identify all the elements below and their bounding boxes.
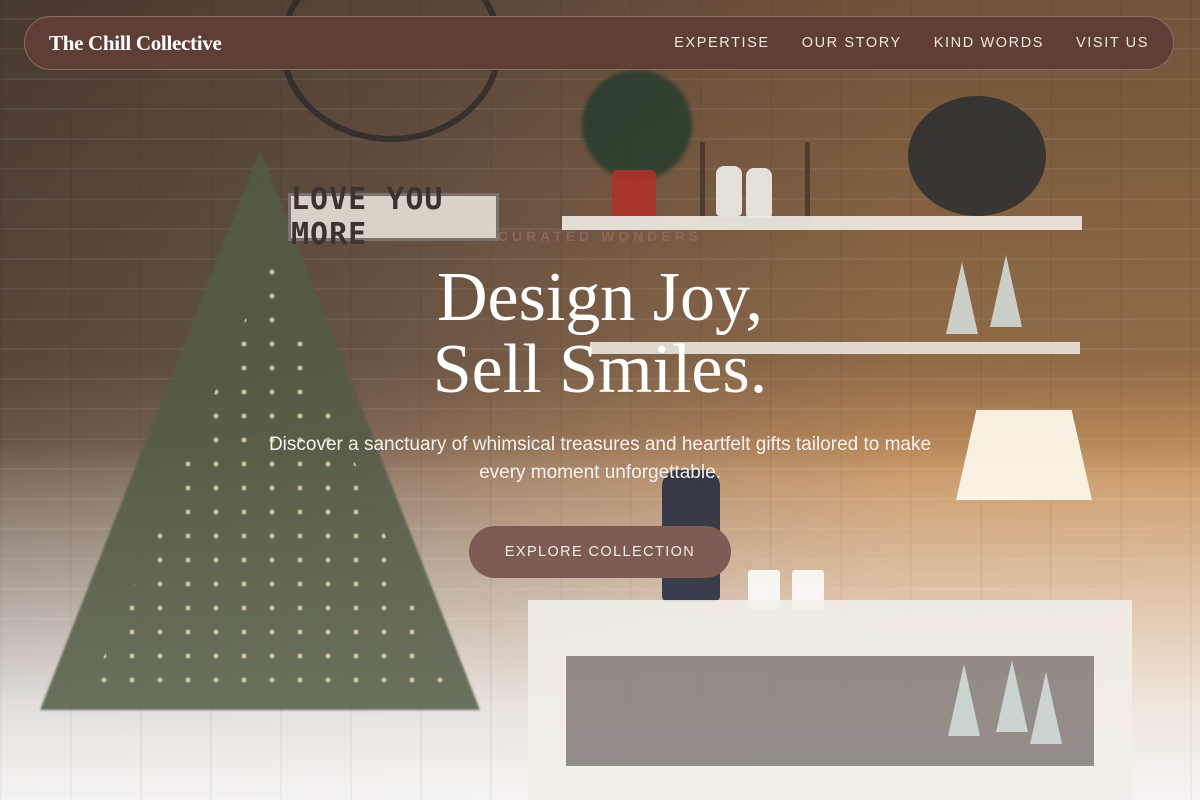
nav-link-kind-words[interactable]: KIND WORDS xyxy=(934,35,1044,51)
nav-link-expertise[interactable]: EXPERTISE xyxy=(674,35,770,51)
hero-headline: Design Joy, Sell Smiles. xyxy=(0,262,1200,406)
hanging-pan xyxy=(908,96,1046,216)
milk-bottle xyxy=(746,168,772,218)
headline-line-2: Sell Smiles. xyxy=(432,331,768,408)
explore-collection-button[interactable]: EXPLORE COLLECTION xyxy=(469,526,731,578)
nav-link-visit-us[interactable]: VISIT US xyxy=(1076,35,1149,51)
potted-plant xyxy=(582,70,692,180)
hero-section: LOVE YOU MORE The Chill Collective EXPER… xyxy=(0,0,1200,800)
nav-link-our-story[interactable]: OUR STORY xyxy=(802,35,902,51)
brand-logo[interactable]: The Chill Collective xyxy=(49,31,222,56)
hero-subtext: Discover a sanctuary of whimsical treasu… xyxy=(268,434,932,483)
lamp-shade xyxy=(956,410,1092,500)
hero-eyebrow: CURATED WONDERS xyxy=(497,228,703,244)
nav-links: EXPERTISE OUR STORY KIND WORDS VISIT US xyxy=(674,35,1149,51)
bottle-brush-tree xyxy=(996,660,1028,732)
top-navigation-bar: The Chill Collective EXPERTISE OUR STORY… xyxy=(24,16,1174,70)
milk-bottle xyxy=(716,166,742,216)
red-tin xyxy=(612,170,656,218)
bottle-brush-tree xyxy=(948,664,980,736)
bottle-brush-tree xyxy=(1030,672,1062,744)
headline-line-1: Design Joy, xyxy=(436,259,763,336)
